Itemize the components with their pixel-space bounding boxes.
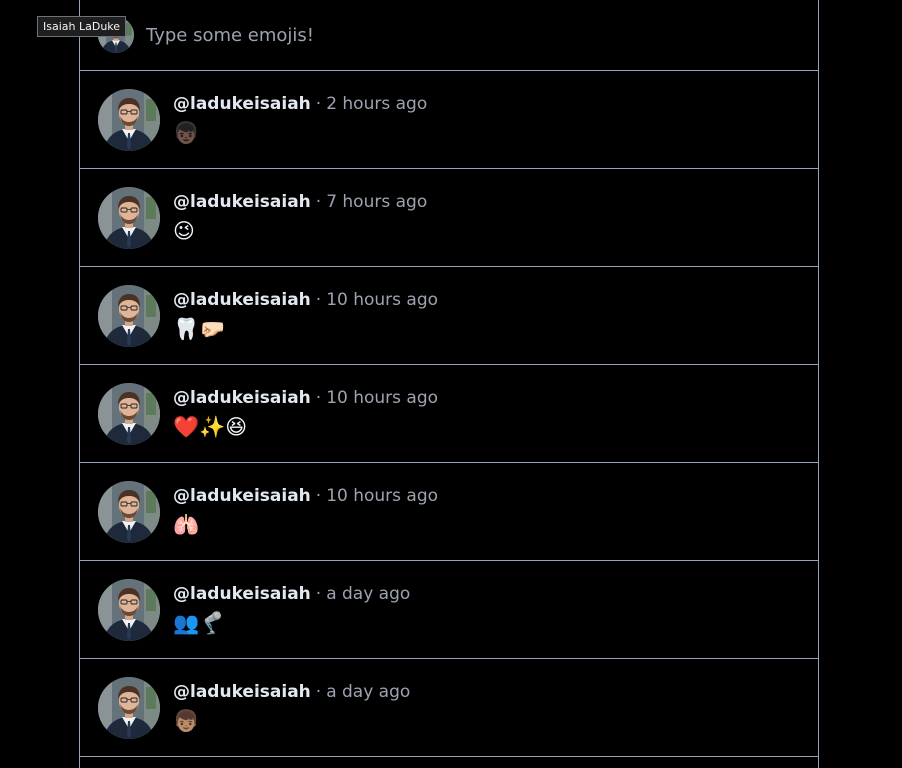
username-link[interactable]: @ladukeisaiah bbox=[173, 584, 311, 604]
avatar[interactable] bbox=[98, 579, 160, 641]
username-link[interactable]: @ladukeisaiah bbox=[173, 682, 311, 702]
avatar[interactable] bbox=[98, 89, 160, 151]
post-header: @ladukeisaiah · 2 hours ago bbox=[173, 93, 427, 115]
post-header: @ladukeisaiah · 7 hours ago bbox=[173, 191, 427, 213]
username-link[interactable]: @ladukeisaiah bbox=[173, 94, 311, 114]
post-header: @ladukeisaiah · 10 hours ago bbox=[173, 289, 438, 311]
post-content: 🫁 bbox=[173, 513, 200, 537]
separator: · bbox=[315, 94, 322, 114]
post-header: @ladukeisaiah · 10 hours ago bbox=[173, 387, 438, 409]
composer bbox=[80, 0, 818, 71]
post-header: @ladukeisaiah · a day ago bbox=[173, 681, 410, 703]
post-content: 🦷🤛🏻 bbox=[173, 317, 226, 341]
post-content: ❤️✨😆 bbox=[173, 415, 248, 439]
separator: · bbox=[315, 682, 322, 702]
username-link[interactable]: @ladukeisaiah bbox=[173, 192, 311, 212]
post-time[interactable]: 10 hours ago bbox=[326, 486, 438, 506]
emoji-feed: @ladukeisaiah·2 hours ago 👦🏿 @ladukeisai… bbox=[79, 0, 819, 768]
post-time[interactable]: 10 hours ago bbox=[326, 290, 438, 310]
separator: · bbox=[315, 486, 322, 506]
post-time[interactable]: 2 hours ago bbox=[326, 94, 427, 114]
username-link[interactable]: @ladukeisaiah bbox=[173, 388, 311, 408]
avatar[interactable] bbox=[98, 187, 160, 249]
separator: · bbox=[315, 584, 322, 604]
post-time[interactable]: 7 hours ago bbox=[326, 192, 427, 212]
username-link[interactable]: @ladukeisaiah bbox=[173, 486, 311, 506]
avatar[interactable] bbox=[98, 481, 160, 543]
separator: · bbox=[315, 388, 322, 408]
post-content: 👦🏽 bbox=[173, 709, 200, 733]
emoji-input[interactable] bbox=[146, 20, 746, 50]
user-name-tooltip: Isaiah LaDuke bbox=[37, 16, 127, 37]
post: @ladukeisaiah · 10 hours ago 🫁 bbox=[80, 463, 818, 561]
post-content: 👥🦿 bbox=[173, 611, 226, 635]
separator: · bbox=[315, 290, 322, 310]
avatar[interactable] bbox=[98, 677, 160, 739]
post: @ladukeisaiah · a day ago 👦🏽 bbox=[80, 659, 818, 757]
avatar[interactable] bbox=[98, 285, 160, 347]
post: @ladukeisaiah · a day ago 👥🦿 bbox=[80, 561, 818, 659]
post: @ladukeisaiah · 10 hours ago ❤️✨😆 bbox=[80, 365, 818, 463]
post: @ladukeisaiah · 10 hours ago 🦷🤛🏻 bbox=[80, 267, 818, 365]
username-link[interactable]: @ladukeisaiah bbox=[173, 290, 311, 310]
avatar[interactable] bbox=[98, 383, 160, 445]
post-header: @ladukeisaiah · a day ago bbox=[173, 583, 410, 605]
post-content: 👦🏿 bbox=[173, 121, 200, 145]
post-time[interactable]: a day ago bbox=[326, 682, 410, 702]
post-header: @ladukeisaiah · 10 hours ago bbox=[173, 485, 438, 507]
post: @ladukeisaiah · 7 hours ago 😉 bbox=[80, 169, 818, 267]
separator: · bbox=[315, 192, 322, 212]
post-time[interactable]: 10 hours ago bbox=[326, 388, 438, 408]
post-content: 😉 bbox=[173, 219, 195, 243]
post: @ladukeisaiah · 2 hours ago 👦🏿 bbox=[80, 71, 818, 169]
post-time[interactable]: a day ago bbox=[326, 584, 410, 604]
